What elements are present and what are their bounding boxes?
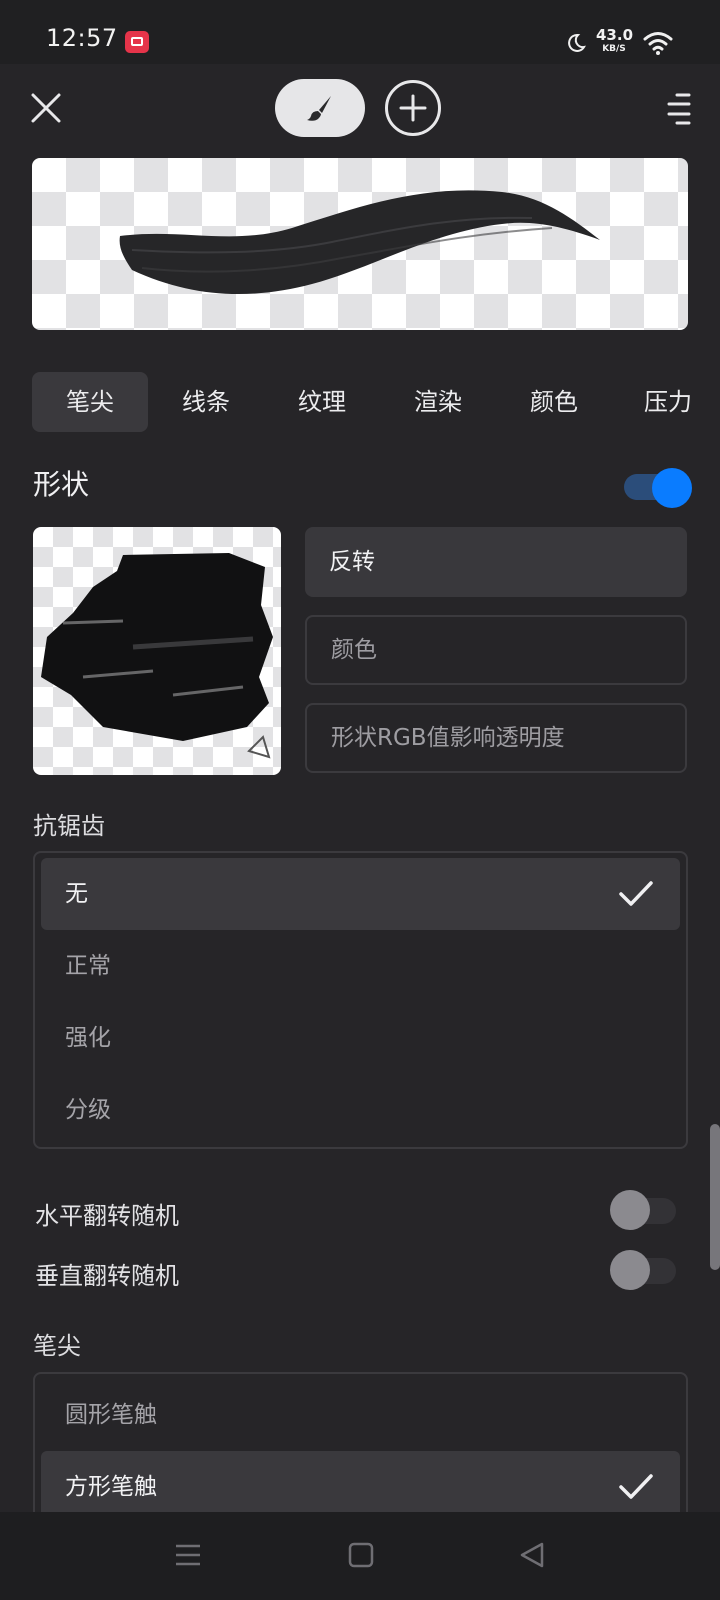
- antialias-option-label: 强化: [65, 1025, 111, 1051]
- menu-button[interactable]: [667, 92, 693, 126]
- antialias-option-label: 分级: [65, 1097, 111, 1123]
- checkmark-icon: [619, 1474, 653, 1499]
- add-button[interactable]: [385, 80, 441, 136]
- tip-option-label: 方形笔触: [65, 1474, 157, 1500]
- shape-toggle[interactable]: [624, 468, 692, 508]
- back-nav-icon[interactable]: [518, 1541, 546, 1569]
- brush-icon: [307, 96, 331, 121]
- tab-pressure[interactable]: 压力: [612, 372, 720, 432]
- tab-texture[interactable]: 纹理: [264, 372, 380, 432]
- shape-title: 形状: [33, 468, 90, 501]
- antialias-list: 无 正常 强化 分级: [33, 851, 688, 1149]
- brush-stroke-image: [119, 190, 600, 295]
- tip-label: 笔尖: [33, 1332, 81, 1360]
- antialias-option-none[interactable]: 无: [41, 858, 680, 930]
- shape-image: [41, 553, 273, 759]
- antialias-label: 抗锯齿: [33, 812, 105, 840]
- vertical-flip-toggle[interactable]: [610, 1250, 680, 1290]
- shape-thumbnail[interactable]: [33, 527, 281, 775]
- status-bar: 12:57 43.0 KB/S: [0, 0, 720, 64]
- vertical-flip-label: 垂直翻转随机: [35, 1262, 179, 1290]
- tab-stroke[interactable]: 线条: [148, 372, 264, 432]
- network-speed-unit: KB/S: [602, 44, 626, 54]
- screen-record-icon: [125, 31, 149, 53]
- invert-button[interactable]: 反转: [305, 527, 687, 597]
- brush-stroke-preview: [32, 158, 688, 330]
- moon-icon: [568, 33, 586, 52]
- scrollbar[interactable]: [710, 1124, 720, 1270]
- network-speed-value: 43.0: [596, 26, 634, 44]
- tab-tip[interactable]: 笔尖: [32, 372, 148, 432]
- tip-option-label: 圆形笔触: [65, 1402, 157, 1428]
- antialias-option-enhanced[interactable]: 强化: [41, 1002, 680, 1074]
- antialias-option-label: 无: [65, 881, 88, 907]
- antialias-option-normal[interactable]: 正常: [41, 930, 680, 1002]
- tip-option-round[interactable]: 圆形笔触: [41, 1379, 680, 1451]
- home-nav-icon[interactable]: [348, 1542, 374, 1568]
- checkmark-icon: [619, 881, 653, 906]
- rgb-affects-opacity-button[interactable]: 形状RGB值影响透明度: [305, 703, 687, 773]
- add-icon: [399, 94, 427, 122]
- close-icon: [31, 93, 61, 123]
- antialias-option-label: 正常: [65, 953, 111, 979]
- horizontal-flip-label: 水平翻转随机: [35, 1202, 179, 1230]
- tip-list: 圆形笔触 方形笔触: [33, 1372, 688, 1532]
- tab-render[interactable]: 渲染: [380, 372, 496, 432]
- menu-nav-icon[interactable]: [175, 1542, 201, 1568]
- wifi-icon: [643, 32, 673, 55]
- menu-icon: [667, 93, 691, 125]
- status-time: 12:57: [46, 24, 118, 52]
- brush-tool-button[interactable]: [275, 79, 365, 137]
- network-speed: 43.0 KB/S: [596, 26, 634, 54]
- close-button[interactable]: [26, 88, 66, 128]
- navigation-bar: [0, 1512, 720, 1600]
- color-button[interactable]: 颜色: [305, 615, 687, 685]
- tab-color[interactable]: 颜色: [496, 372, 612, 432]
- antialias-option-graded[interactable]: 分级: [41, 1074, 680, 1146]
- horizontal-flip-toggle[interactable]: [610, 1190, 680, 1230]
